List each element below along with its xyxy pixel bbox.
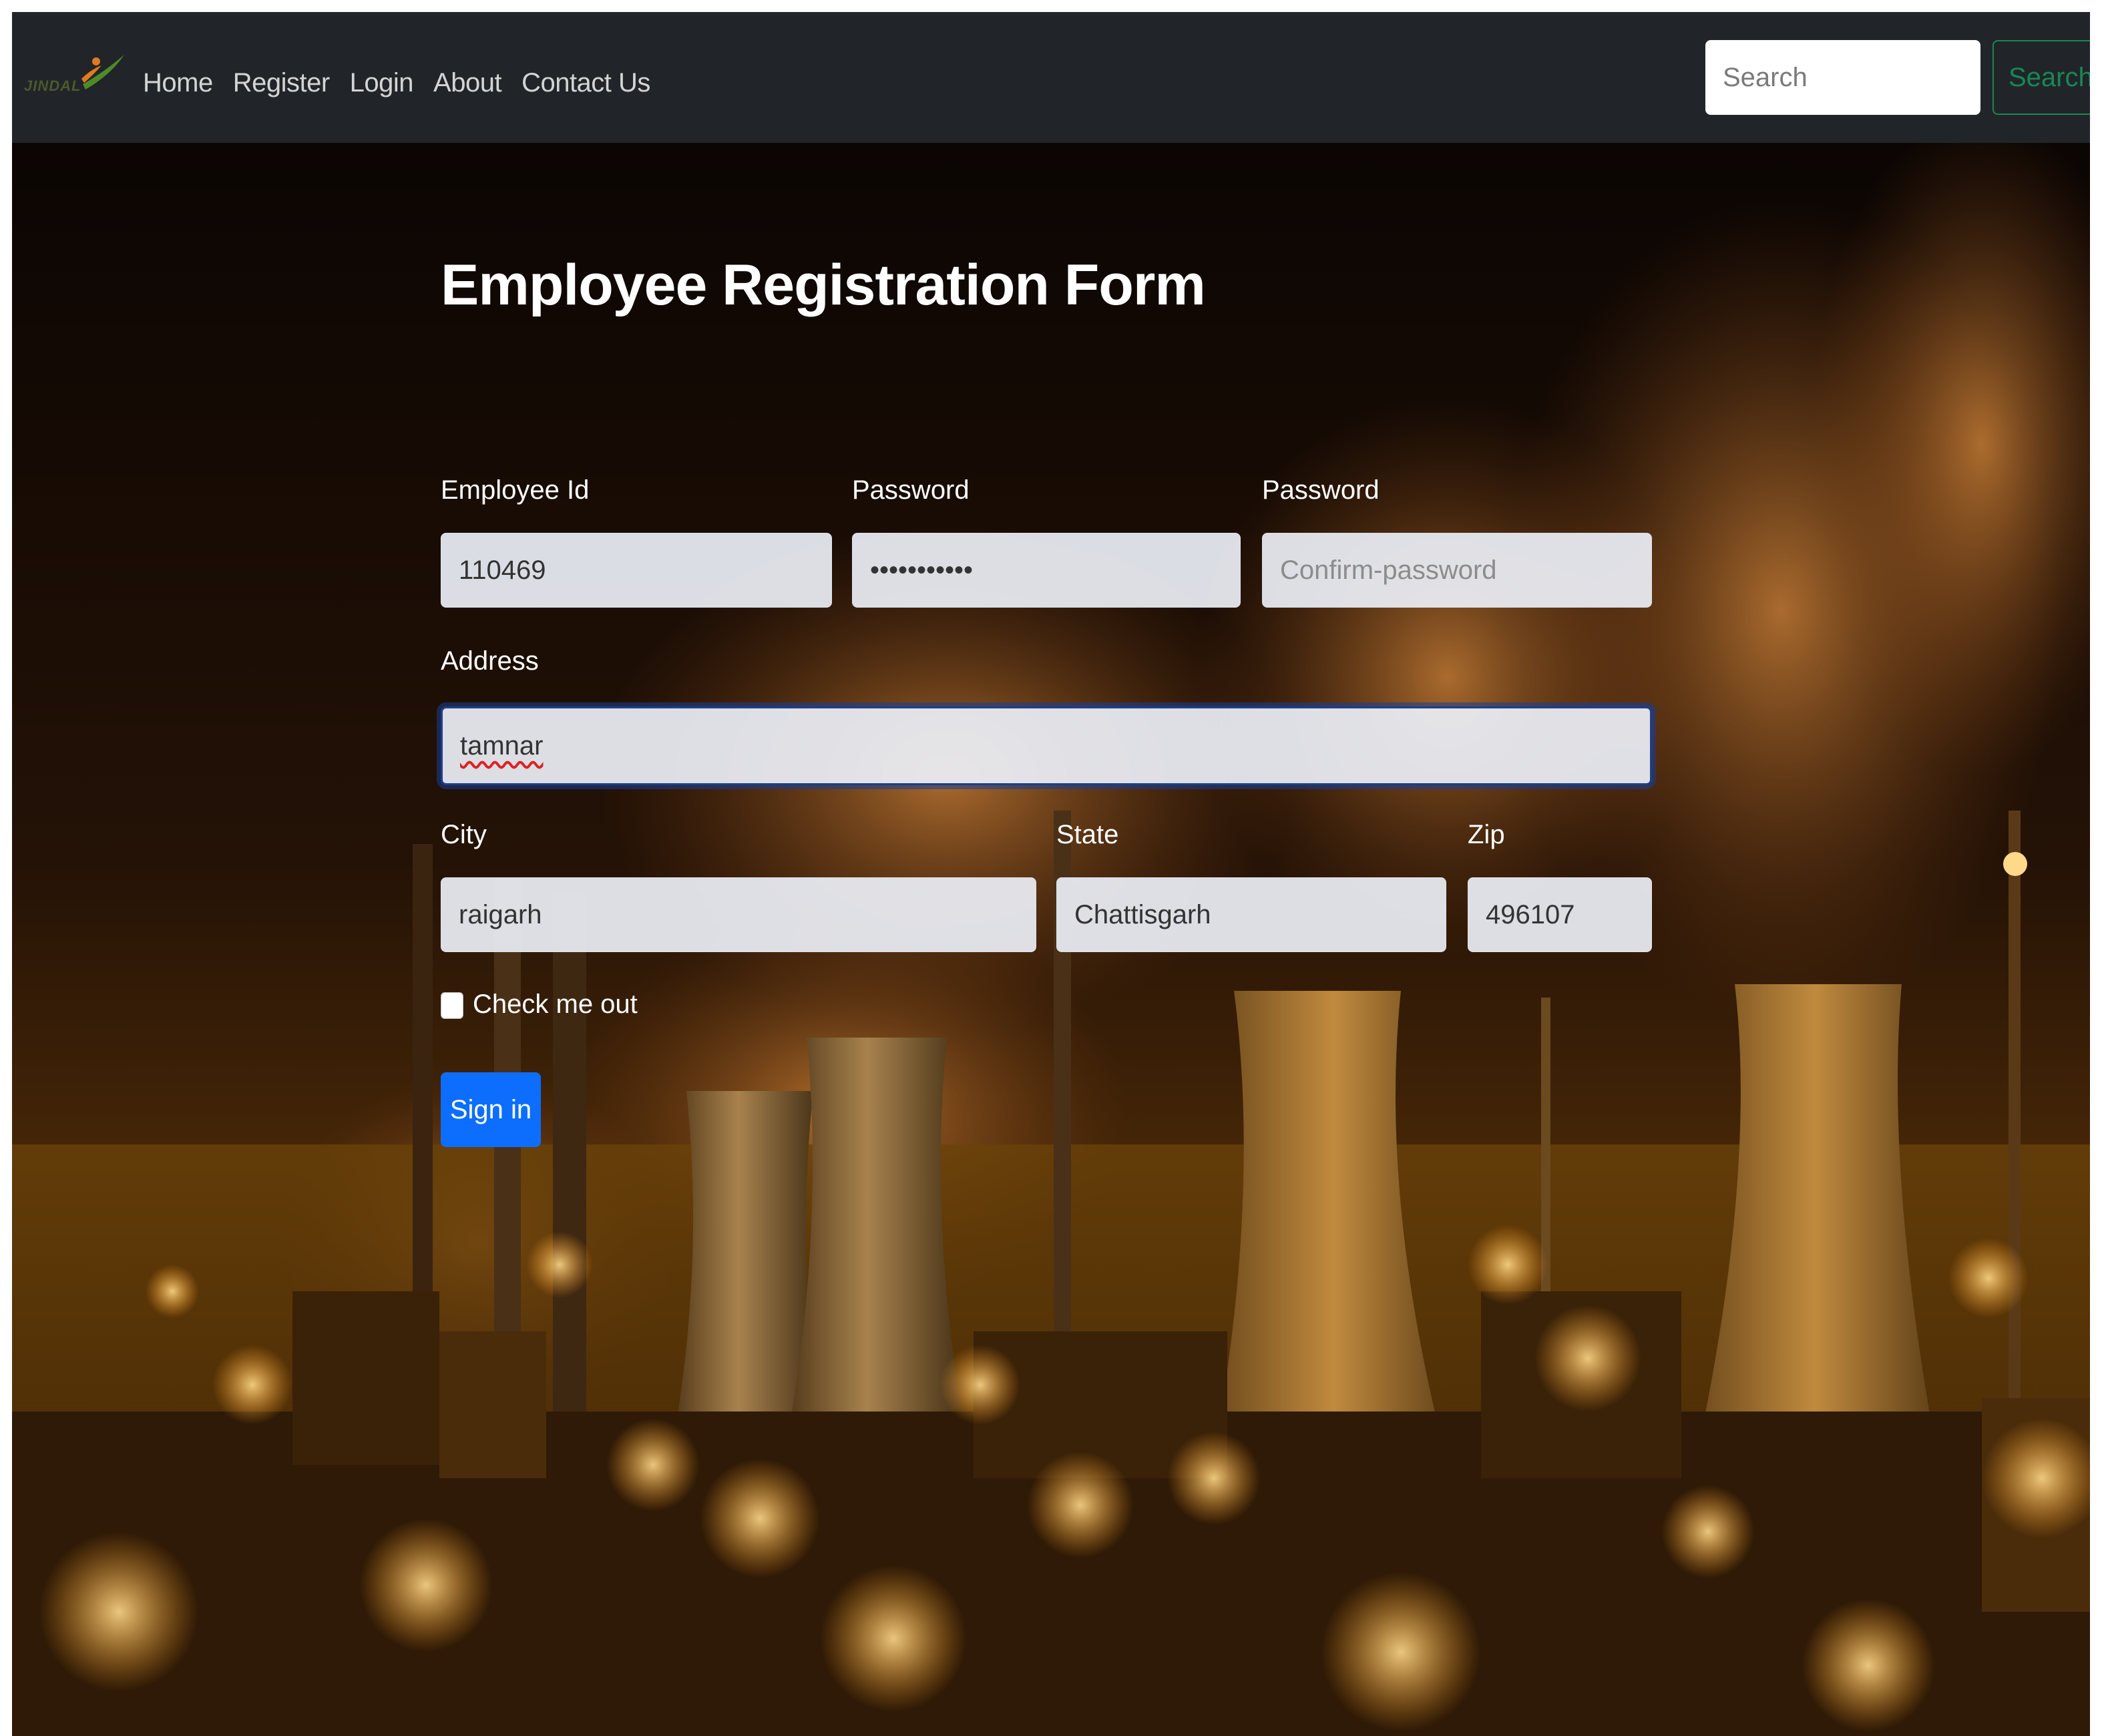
password-label: Password <box>852 475 970 505</box>
check-me-out-checkbox[interactable] <box>441 992 463 1019</box>
address-input[interactable] <box>441 706 1652 785</box>
brand-logo[interactable]: JINDAL <box>24 52 138 105</box>
nav-link-login[interactable]: Login <box>350 68 414 98</box>
city-label: City <box>441 820 487 849</box>
zip-input[interactable] <box>1468 877 1652 952</box>
employee-id-input[interactable] <box>441 533 832 608</box>
form-title: Employee Registration Form <box>441 253 1206 317</box>
state-input[interactable] <box>1056 877 1446 952</box>
nav-link-contact-us[interactable]: Contact Us <box>521 68 650 98</box>
nav-link-register[interactable]: Register <box>233 68 330 98</box>
app-frame: JINDAL Home Register Login About Contact… <box>12 12 2090 1736</box>
confirm-password-input[interactable] <box>1262 533 1652 608</box>
search-button[interactable]: Search <box>1992 40 2090 115</box>
nav-link-about[interactable]: About <box>433 68 502 98</box>
city-input[interactable] <box>441 877 1036 952</box>
nav-link-home[interactable]: Home <box>143 68 213 98</box>
brand-name: JINDAL <box>24 77 81 94</box>
password-input[interactable] <box>852 533 1241 608</box>
address-label: Address <box>441 646 539 676</box>
check-me-out-label: Check me out <box>473 990 638 1019</box>
zip-label: Zip <box>1468 820 1505 849</box>
confirm-password-label: Password <box>1262 475 1380 505</box>
sign-in-button[interactable]: Sign in <box>441 1072 541 1147</box>
employee-id-label: Employee Id <box>441 475 590 505</box>
search-input[interactable] <box>1705 40 1980 115</box>
nav-links: Home Register Login About Contact Us <box>143 68 650 98</box>
registration-form: Employee Registration Form Employee Id P… <box>12 12 2090 1736</box>
state-label: State <box>1056 820 1119 849</box>
navbar: JINDAL Home Register Login About Contact… <box>12 12 2090 143</box>
